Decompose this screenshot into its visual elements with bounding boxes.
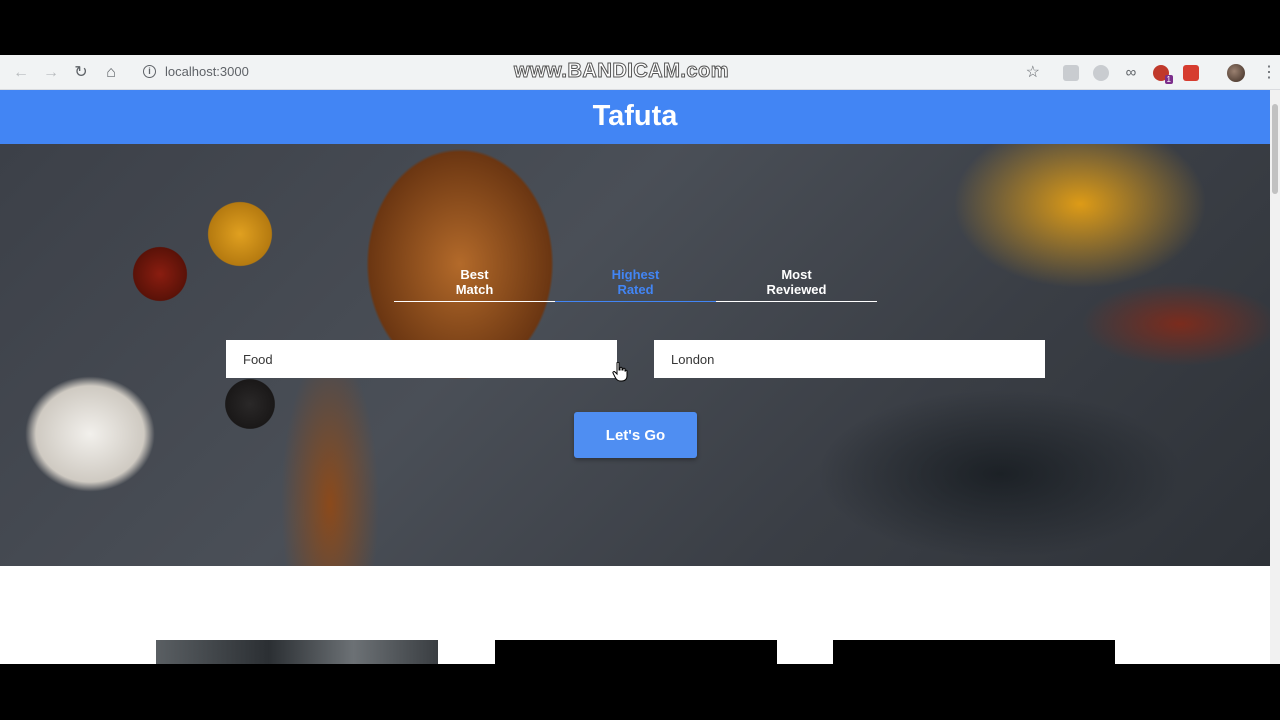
tab-label-line2: Match bbox=[455, 282, 494, 297]
sort-tabs: Best Match Highest Rated Most Reviewed bbox=[394, 264, 877, 302]
recording-watermark: www.BANDICAM.com bbox=[513, 60, 730, 83]
extension-icon[interactable] bbox=[1063, 65, 1079, 81]
site-header: Tafuta bbox=[0, 90, 1270, 144]
tab-highest-rated[interactable]: Highest Rated bbox=[555, 264, 716, 302]
lets-go-button[interactable]: Let's Go bbox=[574, 412, 697, 458]
info-icon[interactable]: i bbox=[143, 65, 156, 78]
extension-badge-icon[interactable]: 1 bbox=[1153, 65, 1173, 84]
menu-icon[interactable]: ⋮ bbox=[1261, 63, 1277, 83]
extension-badge-count: 1 bbox=[1164, 75, 1173, 84]
reload-icon[interactable]: ↻ bbox=[71, 63, 91, 83]
profile-avatar[interactable] bbox=[1227, 64, 1245, 82]
tab-label-line1: Highest bbox=[611, 267, 660, 282]
hand-cursor-icon bbox=[612, 362, 628, 382]
tab-label-line1: Most bbox=[781, 267, 812, 282]
result-card-image[interactable] bbox=[833, 640, 1115, 664]
tab-most-reviewed[interactable]: Most Reviewed bbox=[716, 264, 877, 302]
location-input[interactable] bbox=[654, 340, 1045, 378]
home-icon[interactable]: ⌂ bbox=[101, 63, 121, 83]
back-icon[interactable]: ← bbox=[11, 63, 31, 83]
cloud-extension-icon[interactable] bbox=[1093, 65, 1109, 81]
search-term-input[interactable] bbox=[226, 340, 617, 378]
infinity-extension-icon[interactable]: ∞ bbox=[1123, 65, 1139, 81]
tab-best-match[interactable]: Best Match bbox=[394, 264, 555, 302]
scrollbar-thumb[interactable] bbox=[1272, 104, 1278, 194]
tab-label-line2: Rated bbox=[617, 282, 654, 297]
star-icon[interactable]: ☆ bbox=[1026, 62, 1040, 82]
tab-label-line2: Reviewed bbox=[766, 282, 827, 297]
result-card-image[interactable] bbox=[156, 640, 438, 664]
red-extension-icon[interactable] bbox=[1183, 65, 1199, 81]
address-url[interactable]: localhost:3000 bbox=[165, 64, 249, 79]
page-scrollbar[interactable] bbox=[1270, 90, 1280, 664]
page-viewport: Tafuta Best Match Highest Rated Most Rev… bbox=[0, 90, 1280, 664]
forward-icon[interactable]: → bbox=[41, 63, 61, 83]
tab-label-line1: Best bbox=[460, 267, 489, 282]
result-card-image[interactable] bbox=[495, 640, 777, 664]
hero-section: Best Match Highest Rated Most Reviewed L… bbox=[0, 144, 1270, 566]
site-title: Tafuta bbox=[592, 100, 678, 132]
